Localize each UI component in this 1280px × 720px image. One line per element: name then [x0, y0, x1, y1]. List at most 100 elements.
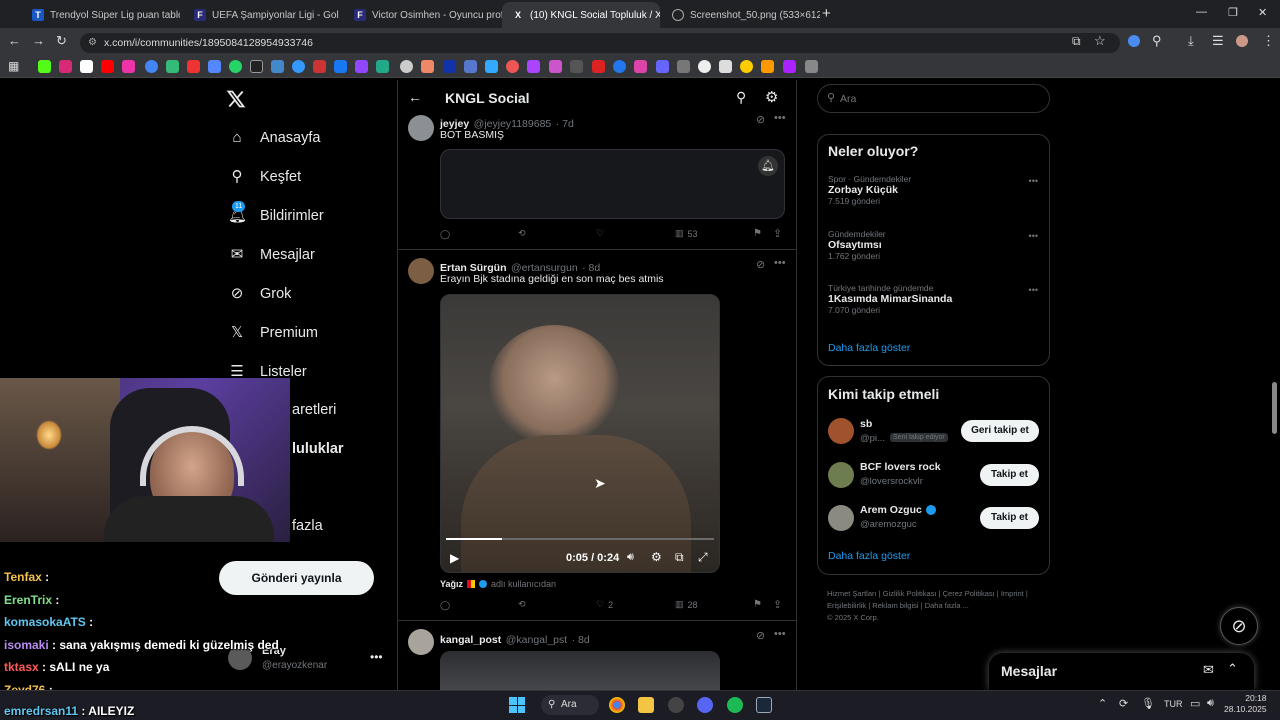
bookmark-star-icon[interactable]: ☆: [1094, 33, 1106, 49]
bookmark-icon[interactable]: [592, 60, 605, 73]
bookmark-icon[interactable]: [634, 60, 647, 73]
file-explorer-icon[interactable]: [638, 697, 654, 713]
bookmark-icon[interactable]: [400, 60, 413, 73]
views-button[interactable]: ▥ 53: [675, 228, 698, 239]
trend-item[interactable]: Gündemdekiler Ofsaytımsı 1.762 gönderi •…: [828, 229, 1038, 261]
follow-button[interactable]: Takip et: [980, 464, 1039, 486]
url-bar[interactable]: ⚙ x.com/i/communities/189508412895493374…: [80, 33, 1120, 53]
close-window-button[interactable]: ✕: [1258, 6, 1267, 19]
tweet-media[interactable]: [440, 651, 720, 690]
grok-icon[interactable]: ⊘: [756, 629, 765, 642]
tweet-media[interactable]: 🔔︎: [440, 149, 785, 219]
back-arrow-icon[interactable]: ←: [8, 33, 21, 48]
share-icon[interactable]: ⇪: [773, 227, 782, 240]
bookmark-icon[interactable]: [719, 60, 732, 73]
site-info-icon[interactable]: ⚙: [88, 33, 97, 53]
bookmark-icon[interactable]: [698, 60, 711, 73]
more-dots-icon[interactable]: •••: [774, 257, 786, 269]
tab-screenshot[interactable]: Screenshot_50.png (533×612) ✕: [662, 2, 820, 28]
menu-dots-icon[interactable]: ⋮: [1262, 33, 1275, 49]
bookmark-icon[interactable]: [485, 60, 498, 73]
reply-button[interactable]: ◯: [440, 229, 450, 240]
bookmark-icon[interactable]: [783, 60, 796, 73]
sidebar-item-bookmarks[interactable]: aretleri: [292, 402, 336, 418]
avatar[interactable]: [828, 418, 854, 444]
footer-link[interactable]: Erişilebilirlik: [827, 601, 866, 610]
forward-arrow-icon[interactable]: →: [32, 33, 45, 48]
footer-link[interactable]: Hizmet Şartları: [827, 589, 877, 598]
bookmark-icon[interactable]: [740, 60, 753, 73]
tab-osimhen[interactable]: F Victor Osimhen - Oyuncu profili ✕: [344, 2, 502, 28]
bookmark-icon[interactable]: [376, 60, 389, 73]
trend-item[interactable]: Spor · Gündemdekiler Zorbay Küçük 7.519 …: [828, 174, 1038, 206]
follow-suggestion-name-row[interactable]: Arem Ozguc: [860, 504, 936, 516]
like-button[interactable]: ♡ 2: [596, 599, 613, 610]
chevron-up-icon[interactable]: ⌃: [1098, 697, 1107, 710]
back-arrow-icon[interactable]: ←: [408, 89, 422, 105]
bookmark-icon[interactable]: ⚑: [753, 228, 762, 239]
footer-link[interactable]: Çerez Politikası: [943, 589, 995, 598]
bookmark-icon[interactable]: [761, 60, 774, 73]
avatar[interactable]: [828, 505, 854, 531]
bookmark-icon[interactable]: [506, 60, 519, 73]
scrollbar-thumb[interactable]: [1272, 382, 1277, 434]
tagged-user-name[interactable]: Yağız: [440, 579, 463, 589]
bookmark-icon[interactable]: [208, 60, 221, 73]
google-bookmark-icon[interactable]: [145, 60, 158, 73]
avatar[interactable]: [828, 462, 854, 488]
tab-uefa[interactable]: F UEFA Şampiyonlar Ligi - Gol Kr ✕: [184, 2, 342, 28]
reload-icon[interactable]: ↻: [56, 33, 67, 49]
microphone-icon[interactable]: 🎙︎: [1141, 697, 1155, 710]
like-button[interactable]: ♡: [596, 228, 604, 239]
bookmark-icon[interactable]: [187, 60, 200, 73]
views-button[interactable]: ▥ 28: [675, 599, 698, 610]
video-player[interactable]: ▶ 0:05 / 0:24 🔊︎ ⚙ ⧉ ⤢: [440, 294, 720, 573]
bookmark-icon[interactable]: [464, 60, 477, 73]
more-dots-icon[interactable]: •••: [1029, 285, 1038, 295]
grok-floating-button[interactable]: ⊘: [1220, 607, 1258, 645]
reply-button[interactable]: ◯: [440, 600, 450, 611]
extension-icon[interactable]: [1128, 35, 1140, 47]
sidebar-item-communities[interactable]: luluklar: [292, 441, 344, 457]
new-message-icon[interactable]: ✉: [1203, 662, 1214, 678]
follow-button[interactable]: Takip et: [980, 507, 1039, 529]
show-more-follow-link[interactable]: Daha fazla göster: [828, 550, 910, 562]
windows-start-icon[interactable]: [509, 697, 525, 713]
avatar[interactable]: [408, 258, 434, 284]
footer-link[interactable]: Imprint: [1001, 589, 1024, 598]
bookmark-icon[interactable]: [527, 60, 540, 73]
tweet-author-name[interactable]: kangal_post: [440, 634, 501, 646]
install-app-icon[interactable]: ⧉: [1072, 34, 1081, 49]
tab-kngl-social[interactable]: X (10) KNGL Social Topluluk / X ✕: [502, 2, 660, 28]
bookmark-icon[interactable]: [805, 60, 818, 73]
bookmark-icon[interactable]: [549, 60, 562, 73]
bookmark-icon[interactable]: ⚑: [753, 599, 762, 610]
more-dots-icon[interactable]: •••: [1029, 176, 1038, 186]
search-icon[interactable]: ⚲: [736, 89, 746, 106]
show-more-trends-link[interactable]: Daha fazla göster: [828, 342, 910, 354]
sidebar-item-explore[interactable]: ⚲ Keşfet: [228, 168, 302, 186]
language-indicator[interactable]: TUR: [1164, 699, 1183, 709]
post-button[interactable]: Gönderi yayınla: [219, 561, 374, 595]
bookmark-icon[interactable]: [292, 60, 305, 73]
follow-suggestion-name[interactable]: BCF lovers rock: [860, 461, 941, 473]
more-dots-icon[interactable]: •••: [370, 650, 383, 664]
play-icon[interactable]: ▶: [450, 551, 459, 565]
pip-icon[interactable]: ⧉: [675, 550, 684, 565]
kick-bookmark-icon[interactable]: [38, 60, 51, 73]
trend-item[interactable]: Türkiye tarihinde gündemde 1Kasımda Mima…: [828, 283, 1038, 315]
bookmark-icon[interactable]: [656, 60, 669, 73]
network-icon[interactable]: ▭: [1190, 697, 1200, 710]
sync-icon[interactable]: ⟳: [1119, 697, 1128, 710]
youtube-bookmark-icon[interactable]: [101, 60, 114, 73]
discord-icon[interactable]: [697, 697, 713, 713]
grok-icon[interactable]: ⊘: [756, 113, 765, 126]
retweet-button[interactable]: ⟲: [518, 228, 526, 239]
bookmark-icon[interactable]: [570, 60, 583, 73]
x-bookmark-icon[interactable]: [80, 60, 93, 73]
twitch-bookmark-icon[interactable]: [355, 60, 368, 73]
bookmark-icon[interactable]: [443, 60, 456, 73]
bookmark-icon[interactable]: [250, 60, 263, 73]
bookmark-icon[interactable]: [166, 60, 179, 73]
bell-icon[interactable]: 🔔︎: [758, 156, 778, 176]
